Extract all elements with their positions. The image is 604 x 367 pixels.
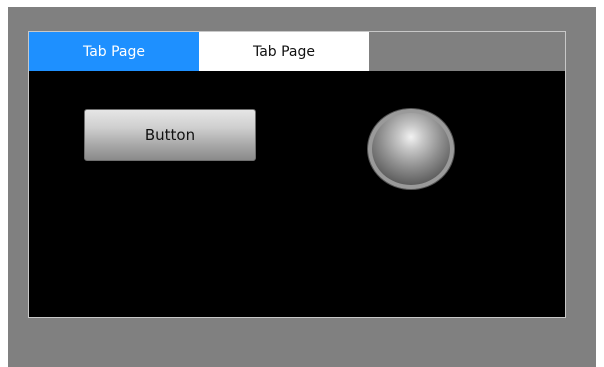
tab-page-2-label: Tab Page — [252, 43, 316, 60]
hmi-screen: Tab Page Tab Page Button — [8, 7, 596, 367]
tab-page-1[interactable]: Tab Page — [29, 32, 199, 71]
tab-strip: Tab Page Tab Page — [29, 32, 369, 71]
indicator-lamp-icon — [368, 109, 454, 189]
action-button[interactable]: Button — [84, 109, 256, 161]
tab-page-content: Button — [29, 71, 565, 317]
tab-page-2[interactable]: Tab Page — [199, 32, 369, 71]
action-button-label: Button — [144, 126, 196, 144]
tab-control: Tab Page Tab Page Button — [28, 31, 566, 318]
tab-page-1-label: Tab Page — [82, 43, 146, 60]
